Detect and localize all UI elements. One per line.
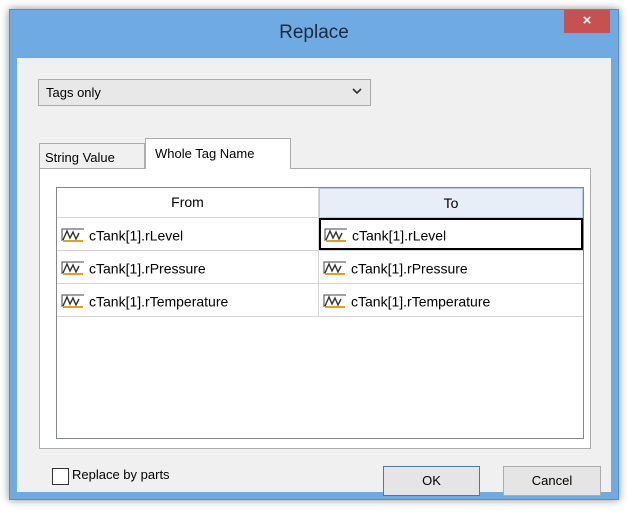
dialog-title: Replace bbox=[279, 22, 349, 43]
analog-tag-icon bbox=[61, 228, 84, 243]
analog-tag-icon bbox=[324, 228, 347, 243]
column-header-from[interactable]: From bbox=[57, 188, 319, 218]
replace-grid: From To cTank[1].rLevel cTank[1].rLevel … bbox=[56, 187, 584, 439]
to-value: cTank[1].rLevel bbox=[352, 227, 447, 244]
analog-tag-icon bbox=[323, 261, 346, 276]
column-header-to[interactable]: To bbox=[319, 188, 583, 218]
close-button[interactable]: × bbox=[564, 10, 610, 33]
replace-dialog: Replace × Tags only String Value Whole T… bbox=[9, 9, 619, 500]
tab-label: String Value bbox=[45, 150, 115, 165]
analog-tag-icon bbox=[61, 261, 84, 276]
close-icon: × bbox=[582, 12, 592, 29]
from-value: cTank[1].rTemperature bbox=[89, 293, 229, 310]
table-row: cTank[1].rTemperature cTank[1].rTemperat… bbox=[57, 284, 583, 317]
from-cell[interactable]: cTank[1].rLevel bbox=[57, 218, 319, 250]
from-cell[interactable]: cTank[1].rPressure bbox=[57, 251, 319, 283]
to-cell[interactable]: cTank[1].rLevel bbox=[319, 218, 583, 250]
from-value: cTank[1].rLevel bbox=[89, 227, 184, 244]
tab-string-value[interactable]: String Value bbox=[39, 143, 145, 168]
table-row: cTank[1].rPressure cTank[1].rPressure bbox=[57, 251, 583, 284]
chevron-down-icon bbox=[352, 88, 362, 95]
scope-dropdown-value: Tags only bbox=[46, 85, 101, 100]
analog-tag-icon bbox=[323, 294, 346, 309]
title-bar[interactable]: Replace × bbox=[10, 10, 618, 59]
tab-panel: From To cTank[1].rLevel cTank[1].rLevel … bbox=[39, 168, 591, 449]
tab-whole-tag-name[interactable]: Whole Tag Name bbox=[145, 138, 291, 169]
ok-button[interactable]: OK bbox=[383, 466, 480, 496]
to-cell[interactable]: cTank[1].rTemperature bbox=[319, 284, 583, 316]
to-cell[interactable]: cTank[1].rPressure bbox=[319, 251, 583, 283]
tab-label: Whole Tag Name bbox=[155, 146, 255, 161]
to-value: cTank[1].rTemperature bbox=[351, 293, 491, 310]
dialog-body: Tags only String Value Whole Tag Name Fr… bbox=[17, 58, 611, 496]
analog-tag-icon bbox=[61, 294, 84, 309]
to-value: cTank[1].rPressure bbox=[351, 260, 468, 277]
replace-by-parts-label[interactable]: Replace by parts bbox=[72, 467, 170, 482]
table-row: cTank[1].rLevel cTank[1].rLevel bbox=[57, 218, 583, 251]
from-cell[interactable]: cTank[1].rTemperature bbox=[57, 284, 319, 316]
from-value: cTank[1].rPressure bbox=[89, 260, 206, 277]
cancel-button[interactable]: Cancel bbox=[503, 466, 601, 496]
replace-by-parts-checkbox[interactable] bbox=[52, 468, 69, 485]
scope-dropdown[interactable]: Tags only bbox=[38, 79, 371, 106]
